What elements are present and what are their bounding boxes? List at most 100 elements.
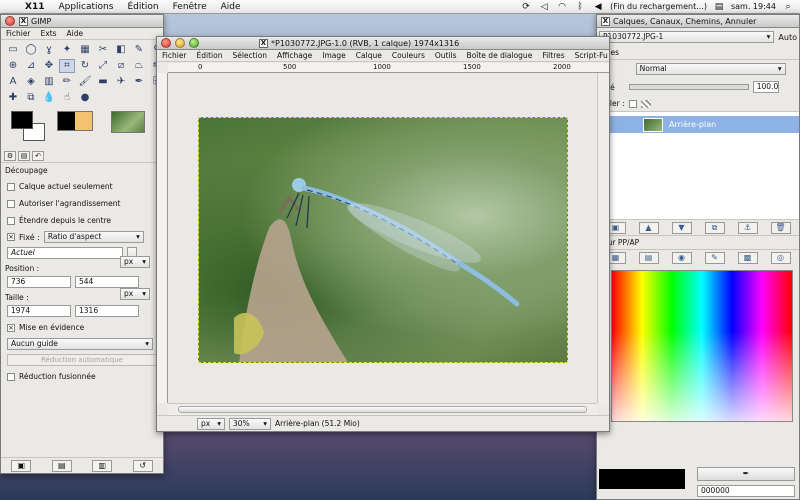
position-unit-select[interactable]: px ▾ [120,256,150,268]
toolbox-menu-fichier[interactable]: Fichier [1,29,36,38]
close-icon[interactable] [5,16,15,26]
layers-tab[interactable]: ques [597,46,799,60]
checkbox[interactable] [7,372,15,381]
tool-options-tab-icon[interactable]: ⚙ [4,151,16,161]
restore-options-icon[interactable]: ▤ [51,459,72,472]
opacity-field[interactable]: 100.0 [752,81,779,93]
volume-icon[interactable]: ◀ [592,2,604,12]
eraser-tool-icon[interactable]: ▬ [95,75,111,89]
menu-filtres[interactable]: Filtres [537,51,569,60]
undo-tab-icon[interactable]: ↶ [32,151,44,161]
menu-edition[interactable]: Édition [192,51,228,60]
menu-outils[interactable]: Outils [430,51,462,60]
toolbox-menu-aide[interactable]: Aide [62,29,89,38]
spotlight-icon[interactable]: ⌕ [782,2,794,12]
current-color-swatch[interactable] [599,469,685,489]
scroll-thumb[interactable] [178,406,587,413]
opacity-slider[interactable] [628,84,749,90]
size-width-field[interactable]: 1974 [7,305,71,317]
triangle-icon[interactable]: ◉ [671,252,692,264]
device-status-tab-icon[interactable]: ▤ [18,151,30,161]
pencil-tool-icon[interactable]: ✏ [59,75,75,89]
lasso-tool-icon[interactable]: ɣ [41,43,57,57]
rotate-tool-icon[interactable]: ↻ [77,59,93,73]
close-icon[interactable] [161,38,171,48]
cmyk-icon[interactable]: ▤ [638,252,659,264]
brush-pattern-indicator[interactable] [57,111,93,131]
color-select-tool-icon[interactable]: ▦ [77,43,93,57]
horizontal-scrollbar[interactable] [168,403,597,415]
menu-script-fu[interactable]: Script-Fu [570,51,609,60]
menu-boite-dialogue[interactable]: Boîte de dialogue [462,51,538,60]
paintbrush-tool-icon[interactable]: 🖌 [77,75,93,89]
smudge-tool-icon[interactable]: ☝ [59,91,75,105]
blur-tool-icon[interactable]: 💧 [41,91,57,105]
ratio-field[interactable]: Actuel [7,247,123,259]
fg-bg-colors[interactable] [9,111,49,145]
foreground-select-tool-icon[interactable]: ◧ [113,43,129,57]
size-height-field[interactable]: 1316 [75,305,139,317]
toolbox-titlebar[interactable]: X GIMP [1,15,163,28]
fixed-checkbox[interactable]: × [7,233,15,241]
guides-select[interactable]: Aucun guide ▾ [7,338,153,350]
image-titlebar[interactable]: X *P1030772.JPG-1.0 (RVB, 1 calque) 1974… [157,37,609,50]
menu-couleurs[interactable]: Couleurs [387,51,430,60]
fuzzy-select-tool-icon[interactable]: ✦ [59,43,75,57]
zoom-window-icon[interactable] [189,38,199,48]
checkbox[interactable] [7,182,15,191]
delete-layer-icon[interactable]: 🗑 [770,222,791,234]
foreground-color-swatch[interactable] [11,111,33,129]
move-tool-icon[interactable]: ✥ [41,59,57,73]
scale-tool-icon[interactable]: ⤢ [95,59,111,73]
size-unit-select[interactable]: px ▾ [120,288,150,300]
perspective-tool-icon[interactable]: ⏢ [131,59,147,73]
delete-options-icon[interactable]: ▥ [92,459,113,472]
airbrush-tool-icon[interactable]: ✈ [113,75,129,89]
ellipse-select-tool-icon[interactable]: ◯ [23,43,39,57]
vertical-ruler[interactable] [157,73,168,403]
hex-field[interactable]: 000000 [697,485,795,497]
vertical-scrollbar[interactable] [597,73,609,403]
checkbox[interactable]: × [7,323,15,332]
lock-alpha-checkbox[interactable] [628,99,637,108]
bucket-fill-tool-icon[interactable]: ◈ [23,75,39,89]
menu-aide[interactable]: Aide [214,2,248,12]
active-image-thumbnail[interactable] [111,111,145,133]
menu-image[interactable]: Image [317,51,351,60]
sync-icon[interactable]: ⟳ [520,2,532,12]
text-tool-icon[interactable]: A [5,75,21,89]
wheel-icon[interactable]: ◎ [770,252,791,264]
allow-grow-option[interactable]: Autoriser l'agrandissement [1,195,163,212]
anchor-layer-icon[interactable]: ⚓ [737,222,758,234]
blend-tool-icon[interactable]: ▥ [41,75,57,89]
menu-fichier[interactable]: Fichier [157,51,192,60]
menu-calque[interactable]: Calque [351,51,387,60]
position-y-field[interactable]: 544 [75,276,139,288]
image-select[interactable]: P1030772.JPG-1 ▾ [599,31,775,43]
crop-tool-icon[interactable]: ⌗ [59,59,75,73]
shear-tool-icon[interactable]: ⧄ [113,59,129,73]
input-menu-icon[interactable]: ▤ [713,2,725,12]
current-layer-only-option[interactable]: Calque actuel seulement [1,178,163,195]
auto-button[interactable]: Auto [778,33,797,42]
menu-fenetre[interactable]: Fenêtre [166,2,214,12]
dragonfly-photo[interactable] [198,117,568,363]
minimize-icon[interactable] [175,38,185,48]
menu-applications[interactable]: Applications [51,2,120,12]
menu-app[interactable]: X11 [18,2,51,12]
perspective-clone-tool-icon[interactable]: ⧉ [23,91,39,105]
save-options-icon[interactable]: ▣ [11,459,32,472]
zoom-select[interactable]: 30% ▾ [229,417,271,430]
color-pick-button[interactable]: ✒ [697,467,795,481]
menu-selection[interactable]: Sélection [227,51,272,60]
highlight-option[interactable]: × Mise en évidence [1,319,163,336]
dock-titlebar[interactable]: X Calques, Canaux, Chemins, Annuler [597,15,799,28]
mode-select[interactable]: Normal ▾ [635,63,786,75]
checkbox[interactable] [7,199,15,208]
color-palette[interactable] [611,270,793,422]
menu-affichage[interactable]: Affichage [272,51,317,60]
toolbox-menu-exts[interactable]: Exts [36,29,62,38]
reset-options-icon[interactable]: ↺ [132,459,153,472]
bluetooth-icon[interactable]: ᛒ [574,2,586,12]
clock[interactable]: sam. 19:44 [731,2,776,11]
